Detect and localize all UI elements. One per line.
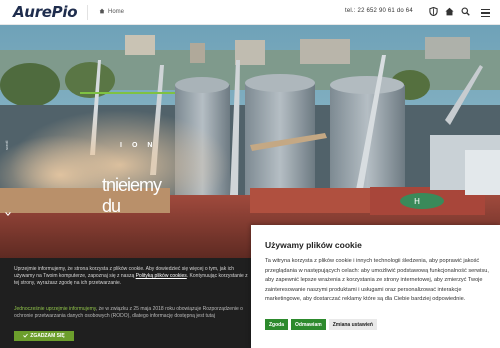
home-icon[interactable]	[444, 5, 454, 17]
cookie-dialog-body: Ta witryna korzysta z plików cookie i in…	[265, 258, 489, 303]
agree-button[interactable]: ZGADZAM SIĘ	[14, 331, 74, 341]
phone-number[interactable]: tel.: 22 652 90 61 do 64	[345, 8, 413, 14]
cookie-dialog-actions: Zgoda Odmawiam Zmiana ustawień	[265, 319, 377, 330]
header-icon-group	[428, 5, 470, 17]
site-logo[interactable]: AurePio	[13, 3, 78, 21]
cookie-notice-text: Uprzejmie informujemy, że strona korzyst…	[14, 266, 254, 287]
rodo-notice-text: Jednocześnie uprzejmie informujemy, że w…	[14, 306, 254, 320]
reject-cookies-button[interactable]: Odmawiam	[291, 319, 326, 330]
search-icon[interactable]	[460, 5, 470, 17]
hero-image: H scroll ION tnieiemy du	[0, 25, 500, 258]
header-divider	[87, 5, 88, 20]
hero-heading-top: ION	[120, 142, 163, 149]
cookie-policy-link[interactable]: Polityką plików cookies	[136, 273, 187, 279]
home-small-icon	[99, 8, 105, 16]
chevron-down-icon[interactable]	[4, 210, 12, 218]
site-header: AurePio Home tel.: 22 652 90 61 do 64	[0, 0, 500, 25]
rodo-notice-lead: Jednocześnie uprzejmie informujemy	[14, 306, 96, 312]
agree-button-label: ZGADZAM SIĘ	[30, 333, 65, 339]
cookie-consent-dialog: Używamy plików cookie Ta witryna korzyst…	[251, 225, 500, 348]
cookie-dialog-title: Używamy plików cookie	[265, 240, 362, 250]
svg-text:H: H	[414, 197, 420, 206]
cookie-settings-button[interactable]: Zmiana ustawień	[328, 319, 377, 330]
hero-heading: tnieiemy du	[102, 175, 162, 216]
hero-side-label: scroll	[4, 140, 9, 150]
port-silo-photo: H	[0, 25, 500, 258]
menu-icon[interactable]	[481, 9, 490, 17]
shield-icon[interactable]	[428, 5, 438, 17]
breadcrumb-home[interactable]: Home	[108, 9, 124, 15]
check-icon	[23, 333, 29, 340]
breadcrumb[interactable]: Home	[99, 8, 124, 16]
accept-cookies-button[interactable]: Zgoda	[265, 319, 288, 330]
